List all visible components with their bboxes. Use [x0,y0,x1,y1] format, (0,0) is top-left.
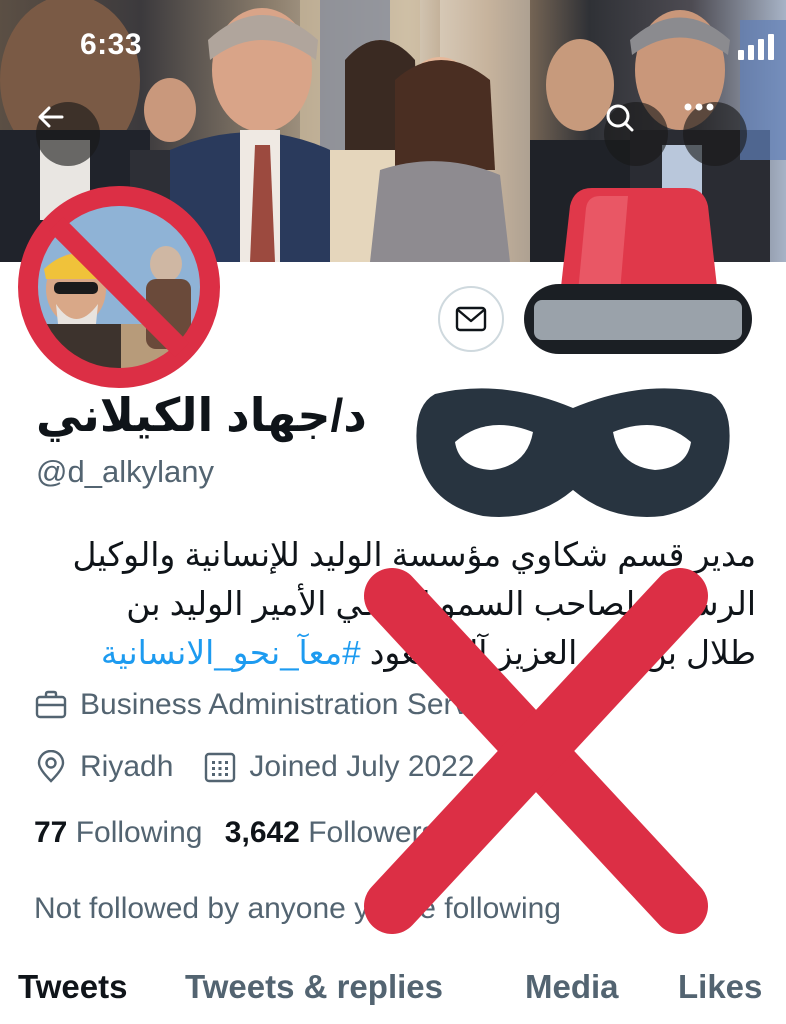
user-handle: @d_alkylany [36,454,214,489]
following-link[interactable]: 77 Following [34,816,202,849]
more-button[interactable] [683,102,747,166]
bio-hashtag-link[interactable]: #معآ_نحو_الانسانية [101,634,361,671]
signal-icon [738,34,774,60]
status-bar: 6:33 [0,0,786,90]
following-label: Following [75,816,203,849]
following-count: 77 [34,816,68,849]
briefcase-icon [34,688,68,722]
back-button[interactable] [36,102,100,166]
calendar-icon [203,750,237,784]
tab-tweets-replies[interactable]: Tweets & replies [185,968,443,1006]
search-button[interactable] [604,102,668,166]
followers-count: 3,642 [224,816,300,849]
status-time: 6:33 [80,28,143,61]
tab-likes[interactable]: Likes [678,968,762,1006]
location-text: Riyadh [80,750,174,783]
arrow-left-icon [38,106,64,128]
avatar[interactable] [16,184,222,390]
search-icon [606,104,634,132]
cross-mark-icon [364,568,708,934]
location-pin-icon [34,750,68,784]
tab-tweets[interactable]: Tweets [18,968,127,1006]
bandit-mask-icon [416,388,730,517]
mail-icon [455,306,487,332]
profile-tabs: Tweets Tweets & replies Media Likes [0,968,786,1024]
more-horizontal-icon [684,103,714,111]
message-button[interactable] [438,286,504,352]
siren-hat-icon [524,188,752,354]
tab-media[interactable]: Media [525,968,619,1006]
display-name: د/جهاد الكيلاني [36,389,367,441]
